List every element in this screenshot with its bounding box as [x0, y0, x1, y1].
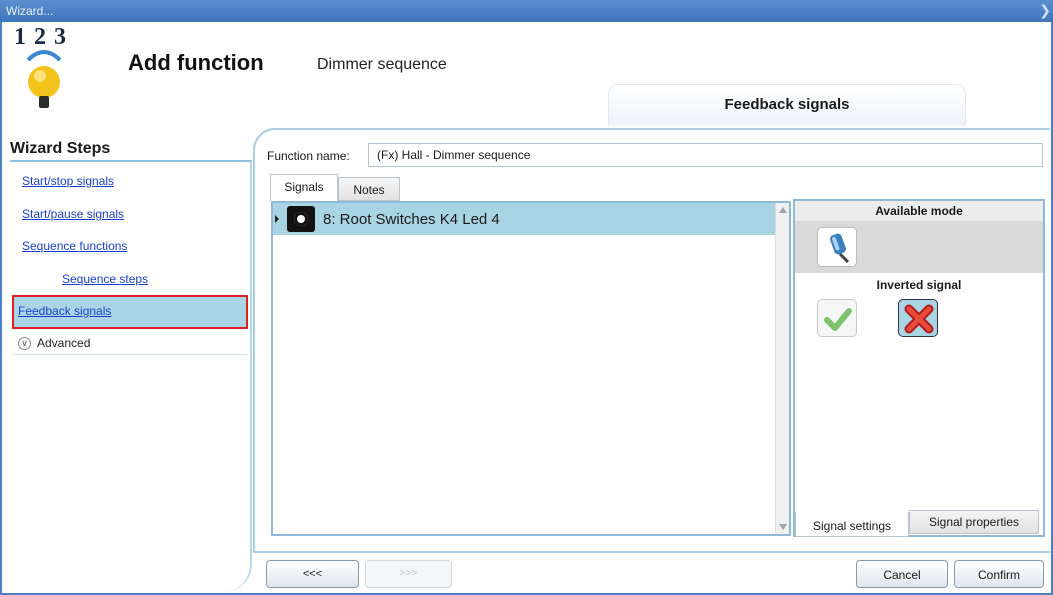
pushbutton-mode-button[interactable]	[817, 227, 857, 267]
advanced-expander[interactable]: ∨ Advanced	[18, 336, 90, 350]
function-name-label: Function name:	[267, 149, 350, 163]
inverted-yes-button[interactable]	[817, 299, 857, 337]
tab-signals[interactable]: Signals	[270, 174, 338, 201]
checkmark-icon	[824, 308, 852, 331]
sidebar-item-start-stop-signals[interactable]: Start/stop signals	[22, 174, 114, 188]
function-type-label: Dimmer sequence	[317, 56, 447, 73]
advanced-label: Advanced	[37, 336, 91, 350]
chevron-down-icon: ∨	[18, 336, 31, 350]
sidebar-item-feedback-signals[interactable]: Feedback signals	[12, 295, 248, 329]
sidebar-item-start-pause-signals[interactable]: Start/pause signals	[22, 207, 124, 221]
list-item[interactable]: 8: Root Switches K4 Led 4	[273, 203, 775, 235]
sidebar-item-sequence-functions[interactable]: Sequence functions	[22, 239, 127, 253]
lightbulb-icon	[26, 50, 62, 108]
scroll-down-icon[interactable]	[779, 524, 787, 530]
sidebar-item-sequence-steps[interactable]: Sequence steps	[62, 272, 148, 286]
tab-notes[interactable]: Notes	[338, 177, 400, 201]
scroll-up-icon[interactable]	[779, 207, 787, 213]
wizard-logo: 1 2 3	[10, 24, 110, 120]
signal-label: 8: Root Switches K4 Led 4	[323, 210, 500, 228]
confirm-button[interactable]: Confirm	[954, 560, 1044, 588]
divider	[12, 354, 248, 355]
tab-signal-settings[interactable]: Signal settings	[795, 512, 909, 537]
pushbutton-icon	[830, 233, 850, 264]
led-bulb-icon	[287, 206, 315, 232]
expand-arrow-icon[interactable]	[275, 215, 279, 223]
inverted-no-button[interactable]	[898, 299, 938, 337]
available-mode-header: Available mode	[795, 201, 1043, 221]
current-step-tab: Feedback signals	[608, 84, 966, 126]
signal-list: 8: Root Switches K4 Led 4	[271, 201, 791, 536]
cancel-button[interactable]: Cancel	[856, 560, 948, 588]
inverted-signal-header: Inverted signal	[795, 275, 1043, 295]
sidebar-title: Wizard Steps	[10, 140, 111, 157]
tab-signal-properties[interactable]: Signal properties	[909, 510, 1039, 534]
window-titlebar: Wizard... ❯	[0, 0, 1053, 22]
page-title: Add function	[128, 50, 264, 75]
signal-settings-panel: Available mode Inverted signal Signal se…	[793, 199, 1045, 537]
red-x-icon	[904, 304, 934, 334]
function-name-input[interactable]: (Fx) Hall - Dimmer sequence	[368, 143, 1043, 167]
back-button[interactable]: <<<	[266, 560, 359, 588]
wizard-steps-panel	[10, 160, 252, 592]
scrollbar[interactable]	[775, 203, 789, 534]
next-button[interactable]: >>>	[365, 560, 452, 588]
window-title: Wizard...	[6, 4, 54, 18]
close-icon[interactable]: ❯	[1039, 2, 1051, 19]
